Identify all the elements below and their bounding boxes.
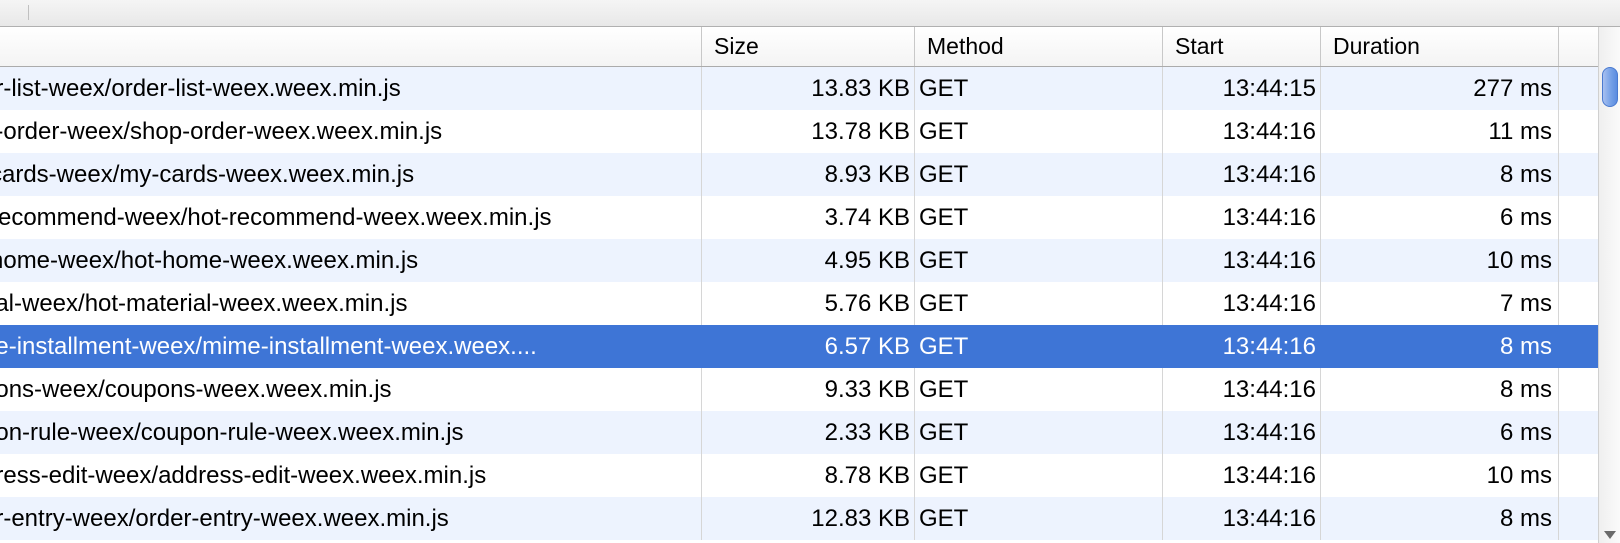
cell-size: 3.74 KB bbox=[702, 196, 915, 239]
network-table: Size Method Start Duration er-list-weex/… bbox=[0, 27, 1620, 540]
cell-duration: 8 ms bbox=[1321, 325, 1559, 368]
cell-name: p-order-weex/shop-order-weex.weex.min.js bbox=[0, 110, 702, 153]
cell-method: GET bbox=[915, 282, 1163, 325]
cell-size: 4.95 KB bbox=[702, 239, 915, 282]
cell-duration: 11 ms bbox=[1321, 110, 1559, 153]
cell-duration: 6 ms bbox=[1321, 411, 1559, 454]
cell-name: -cards-weex/my-cards-weex.weex.min.js bbox=[0, 153, 702, 196]
toolbar-divider bbox=[28, 5, 29, 20]
cell-duration: 6 ms bbox=[1321, 196, 1559, 239]
cell-start: 13:44:16 bbox=[1163, 411, 1321, 454]
cell-name: -home-weex/hot-home-weex.weex.min.js bbox=[0, 239, 702, 282]
cell-size: 2.33 KB bbox=[702, 411, 915, 454]
cell-method: GET bbox=[915, 67, 1163, 110]
header-name[interactable] bbox=[0, 27, 702, 66]
cell-size: 8.78 KB bbox=[702, 454, 915, 497]
cell-method: GET bbox=[915, 153, 1163, 196]
cell-start: 13:44:16 bbox=[1163, 196, 1321, 239]
table-header: Size Method Start Duration bbox=[0, 27, 1620, 67]
cell-name: dress-edit-weex/address-edit-weex.weex.m… bbox=[0, 454, 702, 497]
cell-size: 8.93 KB bbox=[702, 153, 915, 196]
table-row[interactable]: ne-installment-weex/mime-installment-wee… bbox=[0, 325, 1620, 368]
vertical-scrollbar[interactable] bbox=[1598, 27, 1620, 543]
cell-start: 13:44:16 bbox=[1163, 454, 1321, 497]
cell-method: GET bbox=[915, 454, 1163, 497]
cell-start: 13:44:16 bbox=[1163, 282, 1321, 325]
table-row[interactable]: rial-weex/hot-material-weex.weex.min.js5… bbox=[0, 282, 1620, 325]
cell-name: pon-rule-weex/coupon-rule-weex.weex.min.… bbox=[0, 411, 702, 454]
table-row[interactable]: er-entry-weex/order-entry-weex.weex.min.… bbox=[0, 497, 1620, 540]
cell-size: 9.33 KB bbox=[702, 368, 915, 411]
cell-start: 13:44:15 bbox=[1163, 67, 1321, 110]
cell-start: 13:44:16 bbox=[1163, 239, 1321, 282]
cell-start: 13:44:16 bbox=[1163, 497, 1321, 540]
table-row[interactable]: pon-rule-weex/coupon-rule-weex.weex.min.… bbox=[0, 411, 1620, 454]
cell-start: 13:44:16 bbox=[1163, 153, 1321, 196]
cell-name: pons-weex/coupons-weex.weex.min.js bbox=[0, 368, 702, 411]
table-row[interactable]: p-order-weex/shop-order-weex.weex.min.js… bbox=[0, 110, 1620, 153]
cell-start: 13:44:16 bbox=[1163, 110, 1321, 153]
cell-start: 13:44:16 bbox=[1163, 325, 1321, 368]
cell-size: 13.78 KB bbox=[702, 110, 915, 153]
table-body: er-list-weex/order-list-weex.weex.min.js… bbox=[0, 67, 1620, 540]
cell-duration: 277 ms bbox=[1321, 67, 1559, 110]
cell-name: rial-weex/hot-material-weex.weex.min.js bbox=[0, 282, 702, 325]
cell-duration: 10 ms bbox=[1321, 239, 1559, 282]
header-duration[interactable]: Duration bbox=[1321, 27, 1559, 66]
cell-name: ne-installment-weex/mime-installment-wee… bbox=[0, 325, 702, 368]
header-size[interactable]: Size bbox=[702, 27, 915, 66]
table-row[interactable]: er-list-weex/order-list-weex.weex.min.js… bbox=[0, 67, 1620, 110]
cell-method: GET bbox=[915, 497, 1163, 540]
cell-size: 13.83 KB bbox=[702, 67, 915, 110]
scroll-thumb[interactable] bbox=[1602, 67, 1618, 107]
cell-name: er-list-weex/order-list-weex.weex.min.js bbox=[0, 67, 702, 110]
table-row[interactable]: -cards-weex/my-cards-weex.weex.min.js8.9… bbox=[0, 153, 1620, 196]
cell-method: GET bbox=[915, 368, 1163, 411]
scroll-down-icon[interactable] bbox=[1604, 531, 1616, 539]
cell-name: -recommend-weex/hot-recommend-weex.weex.… bbox=[0, 196, 702, 239]
cell-size: 5.76 KB bbox=[702, 282, 915, 325]
header-start[interactable]: Start bbox=[1163, 27, 1321, 66]
cell-method: GET bbox=[915, 239, 1163, 282]
cell-duration: 7 ms bbox=[1321, 282, 1559, 325]
cell-duration: 8 ms bbox=[1321, 497, 1559, 540]
cell-start: 13:44:16 bbox=[1163, 368, 1321, 411]
cell-method: GET bbox=[915, 411, 1163, 454]
table-row[interactable]: pons-weex/coupons-weex.weex.min.js9.33 K… bbox=[0, 368, 1620, 411]
toolbar-area bbox=[0, 0, 1620, 27]
header-method[interactable]: Method bbox=[915, 27, 1163, 66]
cell-method: GET bbox=[915, 325, 1163, 368]
cell-size: 12.83 KB bbox=[702, 497, 915, 540]
cell-method: GET bbox=[915, 110, 1163, 153]
table-row[interactable]: dress-edit-weex/address-edit-weex.weex.m… bbox=[0, 454, 1620, 497]
cell-name: er-entry-weex/order-entry-weex.weex.min.… bbox=[0, 497, 702, 540]
cell-size: 6.57 KB bbox=[702, 325, 915, 368]
cell-duration: 8 ms bbox=[1321, 153, 1559, 196]
table-row[interactable]: -home-weex/hot-home-weex.weex.min.js4.95… bbox=[0, 239, 1620, 282]
cell-duration: 10 ms bbox=[1321, 454, 1559, 497]
cell-duration: 8 ms bbox=[1321, 368, 1559, 411]
table-row[interactable]: -recommend-weex/hot-recommend-weex.weex.… bbox=[0, 196, 1620, 239]
cell-method: GET bbox=[915, 196, 1163, 239]
